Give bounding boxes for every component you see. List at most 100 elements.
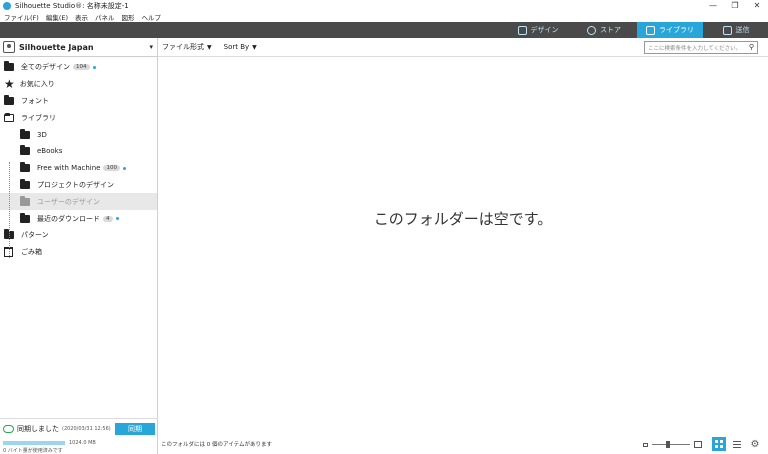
- send-cutter-icon: [722, 25, 732, 35]
- menu-panel[interactable]: パネル: [95, 12, 115, 22]
- tab-design[interactable]: デザイン: [505, 22, 571, 38]
- folder-tree: 全てのデザイン 104 ★ お気に入り フォント ライブラリ 3D eBooks…: [0, 57, 157, 261]
- file-type-dropdown[interactable]: ファイル形式 ▼: [162, 42, 212, 52]
- tab-library-label: ライブラリ: [659, 26, 694, 34]
- folder-icon: [20, 178, 30, 189]
- folder-open-icon: [4, 112, 14, 122]
- settings-button[interactable]: ⚙: [748, 437, 762, 451]
- title-bar: Silhouette Studio®: 名称未設定-1 — ❐ ✕: [0, 0, 768, 12]
- tree-item-label: お気に入り: [19, 80, 55, 89]
- grid-view-button[interactable]: [712, 437, 726, 451]
- search-input[interactable]: ここに検索条件を入力してください。 ⚲: [644, 41, 758, 54]
- content-toolbar: ファイル形式 ▼ Sort By ▼ ここに検索条件を入力してください。 ⚲: [158, 38, 768, 57]
- tree-item-fonts[interactable]: フォント: [0, 93, 157, 110]
- empty-folder-message: このフォルダーは空です。: [373, 210, 553, 228]
- item-count-text: このフォルダには 0 個のアイテムがあります: [161, 442, 272, 448]
- tree-item-3d[interactable]: 3D: [0, 126, 157, 143]
- cloud-sync-icon: [3, 425, 14, 433]
- sync-panel: 同期しました (2020/03/31 12:56) 同期 1024.0 MB 0…: [0, 418, 158, 454]
- tree-item-label: Free with Machine: [37, 164, 101, 173]
- sort-by-label: Sort By: [223, 43, 250, 51]
- design-grid-icon: [517, 25, 527, 35]
- search-placeholder: ここに検索条件を入力してください。: [648, 46, 742, 52]
- menu-help[interactable]: ヘルプ: [142, 12, 162, 22]
- tree-item-patterns[interactable]: パターン: [0, 227, 157, 244]
- tree-item-recent-downloads[interactable]: 最近のダウンロード 4: [0, 210, 157, 227]
- folder-icon: [20, 128, 30, 139]
- chevron-down-icon: ▾: [149, 43, 153, 51]
- tree-item-favorites[interactable]: ★ お気に入り: [0, 76, 157, 93]
- tree-item-label: 3D: [37, 130, 47, 139]
- tab-design-label: デザイン: [530, 26, 559, 34]
- tree-item-label: ライブラリ: [21, 113, 56, 122]
- storage-quota-bar: [3, 441, 65, 445]
- account-selector[interactable]: Silhouette Japan ▾: [0, 38, 157, 57]
- user-account-icon: [3, 41, 15, 53]
- tab-send[interactable]: 送信: [703, 22, 768, 38]
- slider-handle[interactable]: [666, 441, 670, 448]
- tree-item-label: フォント: [21, 96, 49, 105]
- menu-shape[interactable]: 図形: [122, 12, 135, 22]
- tree-item-label: パターン: [21, 231, 49, 240]
- tree-item-label: 最近のダウンロード: [37, 214, 100, 223]
- slider-track[interactable]: [652, 441, 690, 448]
- sync-button[interactable]: 同期: [115, 423, 155, 435]
- tree-item-label: ユーザーのデザイン: [37, 197, 100, 206]
- app-window: Silhouette Studio®: 名称未設定-1 — ❐ ✕ ファイル(F…: [0, 0, 768, 454]
- folder-icon: [20, 145, 30, 156]
- list-view-button[interactable]: [730, 437, 744, 451]
- tree-item-label: ごみ箱: [21, 248, 42, 257]
- menu-view[interactable]: 表示: [75, 12, 88, 22]
- tree-item-project-designs[interactable]: プロジェクトのデザイン: [0, 177, 157, 194]
- sort-by-dropdown[interactable]: Sort By ▼: [224, 43, 257, 51]
- new-indicator-dot: [115, 217, 119, 221]
- storage-quota: 1024.0 MB: [69, 440, 96, 446]
- new-indicator-dot: [122, 166, 126, 170]
- minimize-button[interactable]: —: [702, 0, 724, 12]
- grid-icon: [715, 440, 723, 448]
- menu-bar: ファイル(F) 編集(E) 表示 パネル 図形 ヘルプ: [0, 12, 768, 22]
- menu-edit[interactable]: 編集(E): [46, 12, 68, 22]
- search-icon[interactable]: ⚲: [749, 43, 754, 51]
- tree-item-user-designs[interactable]: ユーザーのデザイン: [0, 193, 157, 211]
- account-name: Silhouette Japan: [19, 42, 94, 52]
- close-button[interactable]: ✕: [746, 0, 768, 12]
- window-title: Silhouette Studio®: 名称未設定-1: [15, 2, 129, 10]
- tab-library[interactable]: ライブラリ: [637, 22, 703, 38]
- tree-item-ebooks[interactable]: eBooks: [0, 143, 157, 160]
- folder-icon: [20, 212, 30, 223]
- app-logo-icon: [3, 2, 11, 10]
- folder-icon: [4, 94, 14, 105]
- top-tab-bar: デザイン ストア ライブラリ 送信: [0, 22, 768, 38]
- tree-item-library[interactable]: ライブラリ: [0, 109, 157, 126]
- sync-timestamp: (2020/03/31 12:56): [62, 426, 111, 432]
- folder-icon: [20, 195, 30, 206]
- folder-plus-icon: [20, 162, 30, 173]
- sync-status: 同期しました: [17, 425, 59, 433]
- storage-used-text: 0 バイト量が使用済みです: [3, 448, 63, 454]
- small-image-icon: [643, 442, 648, 447]
- tab-send-label: 送信: [735, 26, 750, 34]
- tree-item-free-with-machine[interactable]: Free with Machine 100: [0, 160, 157, 177]
- thumbnail-size-slider[interactable]: [643, 441, 702, 448]
- tree-item-all-designs[interactable]: 全てのデザイン 104: [0, 59, 157, 76]
- tree-item-trash[interactable]: ごみ箱: [0, 244, 157, 261]
- tab-store[interactable]: ストア: [571, 22, 637, 38]
- library-download-icon: [646, 25, 655, 35]
- large-image-icon: [694, 441, 702, 448]
- new-indicator-dot: [92, 65, 96, 69]
- tree-item-label: eBooks: [37, 147, 63, 156]
- tab-store-label: ストア: [600, 26, 621, 34]
- tree-connector-line: [9, 162, 10, 258]
- count-badge: 104: [73, 64, 90, 71]
- menu-file[interactable]: ファイル(F): [4, 12, 39, 22]
- tree-item-label: 全てのデザイン: [21, 63, 70, 72]
- folder-icon: [4, 61, 14, 72]
- store-globe-icon: [587, 25, 596, 35]
- star-icon: ★: [4, 77, 15, 92]
- library-content: ファイル形式 ▼ Sort By ▼ ここに検索条件を入力してください。 ⚲ このフ…: [158, 38, 768, 454]
- library-sidebar: Silhouette Japan ▾ 全てのデザイン 104 ★ お気に入り フ…: [0, 38, 158, 454]
- maximize-button[interactable]: ❐: [724, 0, 746, 12]
- count-badge: 4: [103, 215, 113, 222]
- list-icon: [733, 440, 741, 448]
